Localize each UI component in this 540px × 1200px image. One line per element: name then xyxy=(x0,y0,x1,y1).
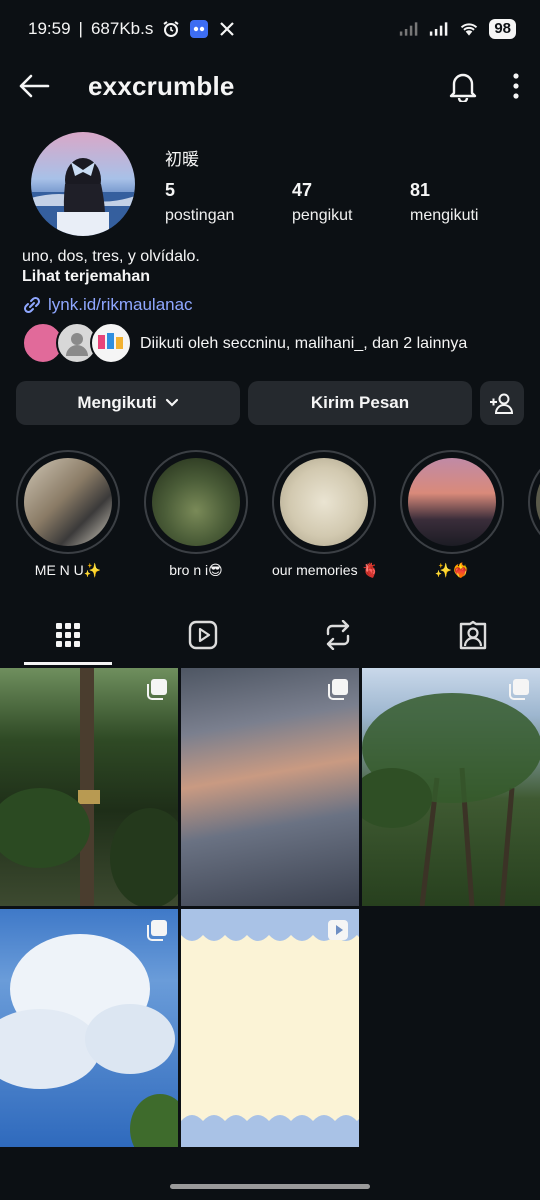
carousel-icon xyxy=(509,679,529,700)
profile-avatar[interactable] xyxy=(31,132,135,236)
tab-posts-grid[interactable] xyxy=(0,605,135,665)
trees-photo xyxy=(362,693,540,906)
profile-tabs xyxy=(0,605,540,665)
post-thumbnail[interactable] xyxy=(181,668,359,906)
stat-followers[interactable]: 47 pengikut xyxy=(292,180,353,225)
stat-label: postingan xyxy=(165,207,235,224)
default-user-icon xyxy=(66,333,88,356)
status-time: 19:59 xyxy=(28,19,71,38)
story-highlights: ME N U✨ bro n i😎 our memories 🫀 ✨❤️‍🔥 m xyxy=(16,450,540,585)
followed-by[interactable]: Diikuti oleh seccninu, malihani_, dan 2 … xyxy=(22,322,470,364)
profile-username: exxcrumble xyxy=(88,70,235,101)
highlight-item[interactable]: m xyxy=(528,450,540,578)
tab-reels[interactable] xyxy=(135,605,270,665)
tab-tagged[interactable] xyxy=(405,605,540,665)
reels-icon xyxy=(188,620,217,650)
highlight-label: our memories 🫀 xyxy=(272,562,379,578)
suggest-people-button[interactable] xyxy=(480,381,524,425)
carousel-icon xyxy=(328,679,348,700)
display-name: 初暖 xyxy=(165,150,199,169)
highlight-cover xyxy=(152,458,240,546)
bio-link[interactable]: lynk.id/rikmaulanac xyxy=(22,295,193,315)
highlight-label: ✨❤️‍🔥 xyxy=(434,562,470,578)
post-thumbnail[interactable] xyxy=(0,909,178,1147)
post-thumbnail[interactable] xyxy=(362,668,540,906)
stat-value: 5 xyxy=(165,180,176,200)
more-options-button[interactable] xyxy=(512,73,520,99)
wifi-icon xyxy=(459,19,479,39)
bell-icon xyxy=(449,73,477,102)
highlight-label: ME N U✨ xyxy=(34,562,102,578)
grid-icon xyxy=(55,623,80,647)
logo-icon xyxy=(98,333,123,349)
home-indicator[interactable] xyxy=(170,1184,370,1189)
stat-label: mengikuti xyxy=(410,207,479,224)
status-bar: 19:59 | 687Kb.s 98 xyxy=(0,0,540,58)
carousel-icon xyxy=(147,679,167,700)
message-button[interactable]: Kirim Pesan xyxy=(248,381,472,425)
notifications-button[interactable] xyxy=(448,70,478,102)
following-label: Mengikuti xyxy=(77,393,157,412)
followed-by-text: Diikuti oleh seccninu, malihani_, dan 2 … xyxy=(140,334,468,352)
following-button[interactable]: Mengikuti xyxy=(16,381,240,425)
stat-following[interactable]: 81 mengikuti xyxy=(410,180,478,225)
bio-link-text: lynk.id/rikmaulanac xyxy=(48,295,193,314)
clouds-photo xyxy=(0,934,178,1147)
arrow-left-icon xyxy=(19,74,50,98)
forest-photo xyxy=(0,668,178,906)
highlight-item[interactable]: ✨❤️‍🔥 xyxy=(400,450,504,579)
stat-value: 81 xyxy=(410,180,431,200)
highlight-label: m xyxy=(528,562,540,578)
signal-icon xyxy=(429,19,449,39)
reel-icon xyxy=(328,920,348,940)
signal-weak-icon xyxy=(399,19,419,39)
add-person-icon xyxy=(490,393,514,414)
profile-actions: Mengikuti Kirim Pesan xyxy=(16,381,524,425)
highlight-cover xyxy=(280,458,368,546)
carousel-icon xyxy=(147,920,167,941)
highlight-item[interactable]: ME N U✨ xyxy=(16,450,120,579)
network-speed: 687Kb.s xyxy=(90,19,154,38)
highlight-label: bro n i😎 xyxy=(169,562,223,578)
highlight-item[interactable]: bro n i😎 xyxy=(144,450,248,579)
x-app-icon xyxy=(217,19,237,39)
stat-label: pengikut xyxy=(292,207,353,224)
profile-header: exxcrumble xyxy=(0,58,540,114)
highlight-cover xyxy=(24,458,112,546)
see-translation-link[interactable]: Lihat terjemahan xyxy=(22,268,150,286)
stat-posts[interactable]: 5 postingan xyxy=(165,180,234,225)
highlight-cover xyxy=(536,458,540,546)
back-button[interactable] xyxy=(16,68,52,104)
active-tab-indicator xyxy=(24,662,112,665)
pastel-frame-image xyxy=(181,909,359,1147)
reposts-icon xyxy=(326,620,349,650)
tab-reposts[interactable] xyxy=(270,605,405,665)
stat-value: 47 xyxy=(292,180,313,200)
avatar-illustration xyxy=(31,158,135,236)
battery-level: 98 xyxy=(489,19,516,39)
highlight-cover xyxy=(408,458,496,546)
highlight-item[interactable]: our memories 🫀 xyxy=(272,450,379,579)
tagged-icon xyxy=(459,620,486,650)
avatar xyxy=(90,322,132,364)
link-icon xyxy=(23,296,41,314)
alarm-icon xyxy=(161,19,181,39)
chevron-down-icon xyxy=(165,398,178,407)
post-thumbnail[interactable] xyxy=(181,909,359,1147)
post-thumbnail[interactable] xyxy=(0,668,178,906)
more-vertical-icon xyxy=(513,73,519,99)
mutual-avatars xyxy=(22,322,132,364)
game-app-icon xyxy=(189,19,209,39)
bio-text: uno, dos, tres, y olvídalo. xyxy=(22,248,200,265)
message-label: Kirim Pesan xyxy=(310,393,410,412)
